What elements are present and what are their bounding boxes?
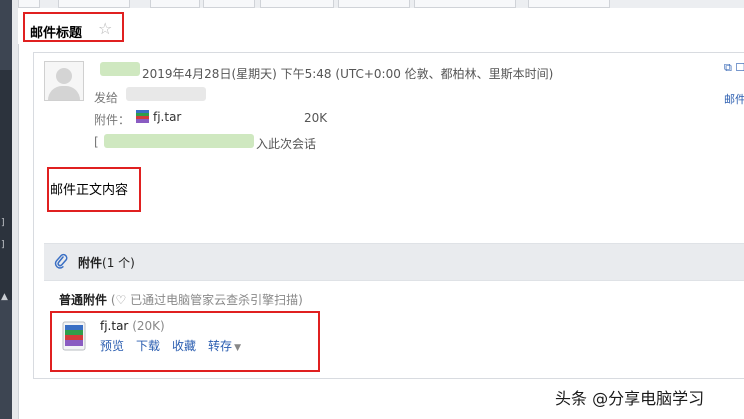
highlight-attachment	[50, 311, 320, 372]
header-attachment-size: 20K	[304, 111, 328, 125]
normal-attachment-title: 普通附件	[59, 293, 108, 307]
highlight-body	[47, 167, 141, 212]
to-label: 发给	[94, 91, 119, 105]
toolbar-tab[interactable]	[528, 0, 610, 8]
session-blurred	[104, 134, 254, 148]
paperclip-icon	[54, 253, 68, 269]
session-link[interactable]: 入此次会话	[256, 135, 316, 152]
toolbar-tab[interactable]	[414, 0, 516, 8]
attachment-section: 普通附件 (♡ 已通过电脑管家云查杀引擎扫描)	[59, 291, 303, 308]
toolbar-tab[interactable]	[18, 0, 40, 8]
sidebar-arrow-icon: ▲	[1, 292, 8, 302]
attachment-label: 附件：	[94, 113, 131, 127]
more-action-link[interactable]: 邮件	[724, 91, 744, 107]
toolbar-tab[interactable]	[203, 0, 255, 8]
attachments-header: 附件(1 个)	[44, 243, 744, 281]
scan-note: (♡ 已通过电脑管家云查杀引擎扫描)	[110, 293, 303, 307]
recipient-blurred[interactable]	[126, 87, 206, 101]
sidebar-bracket-icon: ]	[1, 240, 5, 250]
highlight-subject	[23, 12, 124, 42]
watermark: 头条 @分享电脑学习	[555, 389, 705, 408]
toolbar-tab[interactable]	[338, 0, 410, 8]
subject-bar: 邮件标题 ☆	[18, 8, 744, 44]
header-attachment[interactable]: fj.tar	[136, 110, 181, 124]
toolbar-tab[interactable]	[260, 0, 334, 8]
avatar[interactable]	[44, 61, 84, 101]
left-sidebar: ] ] ▲	[0, 0, 12, 419]
folder-scrollbar[interactable]	[12, 0, 19, 419]
sidebar-panel	[0, 70, 12, 300]
popout-icon[interactable]: ⧉ ☐	[724, 61, 744, 74]
archive-icon	[136, 110, 149, 123]
sender-name-blurred[interactable]	[100, 62, 140, 76]
mail-datetime: 2019年4月28日(星期天) 下午5:48 (UTC+0:00 伦敦、都柏林、…	[142, 67, 554, 81]
toolbar-tab[interactable]	[58, 0, 130, 8]
window-tools[interactable]: ⧉ ☐	[724, 61, 744, 75]
session-bracket: [	[94, 135, 99, 149]
attachments-title: 附件(1 个)	[78, 256, 135, 270]
toolbar-tab[interactable]	[150, 0, 200, 8]
sidebar-bracket-icon: ]	[1, 218, 5, 228]
